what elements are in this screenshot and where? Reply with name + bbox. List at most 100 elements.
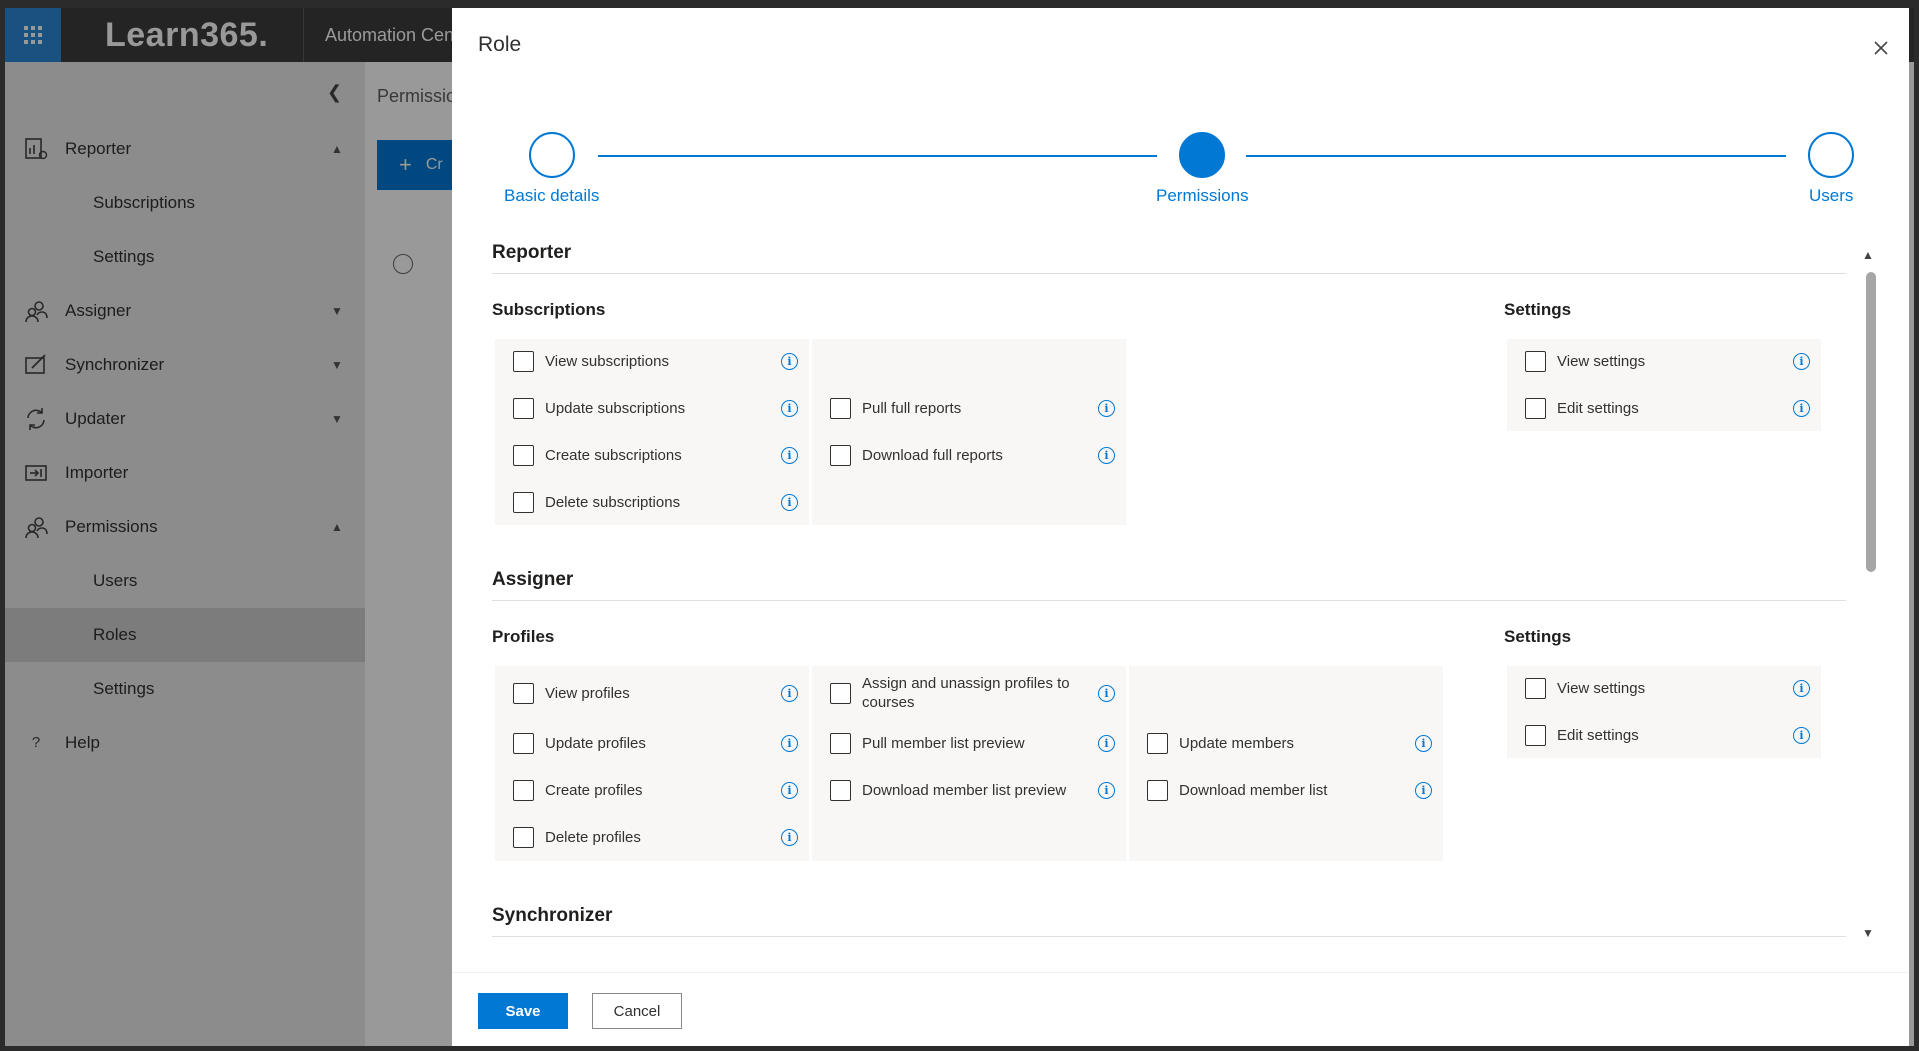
permission-label: Delete subscriptions — [545, 493, 681, 511]
info-icon[interactable]: i — [781, 399, 798, 417]
permission-delete-subscriptions: Delete subscriptions i — [495, 480, 809, 524]
step-label-users[interactable]: Users — [1809, 186, 1853, 206]
checkbox[interactable] — [1525, 677, 1546, 699]
scrollbar-thumb[interactable] — [1866, 272, 1876, 572]
permission-column-bg — [812, 339, 1126, 525]
permission-download-member-list-preview: Download member list preview i — [812, 768, 1126, 812]
info-icon[interactable]: i — [781, 734, 798, 752]
scroll-up-icon[interactable]: ▲ — [1862, 248, 1874, 262]
info-icon[interactable]: i — [1098, 399, 1115, 417]
checkbox[interactable] — [830, 779, 851, 801]
info-icon[interactable]: i — [781, 352, 798, 370]
info-icon[interactable]: i — [1098, 734, 1115, 752]
step-connector — [598, 155, 1157, 157]
permission-label: Update profiles — [545, 734, 646, 752]
permission-label: Edit settings — [1557, 726, 1639, 744]
section-divider — [492, 273, 1846, 274]
permission-label: Pull full reports — [862, 399, 962, 417]
close-icon[interactable] — [1869, 36, 1893, 60]
info-icon[interactable]: i — [781, 493, 798, 511]
step-label-basic-details[interactable]: Basic details — [504, 186, 599, 206]
permission-label: View profiles — [545, 684, 630, 702]
permission-pull-full-reports: Pull full reports i — [812, 386, 1126, 430]
role-panel: Role Basic details Permissions Users Rep… — [452, 8, 1909, 1046]
info-icon[interactable]: i — [1793, 399, 1810, 417]
section-title-synchronizer: Synchronizer — [492, 905, 613, 926]
checkbox[interactable] — [1525, 724, 1546, 746]
permission-reporter-view-settings: View settings i — [1507, 339, 1821, 383]
section-divider — [492, 600, 1846, 601]
checkbox[interactable] — [1525, 350, 1546, 372]
checkbox[interactable] — [1525, 397, 1546, 419]
group-title-subscriptions: Subscriptions — [492, 300, 606, 319]
info-icon[interactable]: i — [781, 684, 798, 702]
checkbox[interactable] — [513, 826, 534, 848]
info-icon[interactable]: i — [1793, 679, 1810, 697]
permissions-scroll-area[interactable]: Reporter Subscriptions Settings View sub… — [492, 235, 1882, 947]
checkbox[interactable] — [830, 397, 851, 419]
group-title-profiles: Profiles — [492, 627, 555, 646]
info-icon[interactable]: i — [1793, 726, 1810, 744]
group-title-reporter-settings: Settings — [1504, 300, 1572, 319]
permission-label: Update members — [1179, 734, 1295, 752]
checkbox[interactable] — [1147, 732, 1168, 754]
checkbox[interactable] — [513, 491, 534, 513]
panel-title: Role — [478, 33, 522, 56]
permission-reporter-edit-settings: Edit settings i — [1507, 386, 1821, 430]
checkbox[interactable] — [513, 444, 534, 466]
info-icon[interactable]: i — [1415, 781, 1432, 799]
group-title-assigner-settings: Settings — [1504, 627, 1572, 646]
permission-download-full-reports: Download full reports i — [812, 433, 1126, 477]
checkbox[interactable] — [830, 732, 851, 754]
info-icon[interactable]: i — [1415, 734, 1432, 752]
checkbox[interactable] — [830, 444, 851, 466]
step-basic-details-circle[interactable] — [529, 132, 575, 178]
section-title-reporter: Reporter — [492, 242, 572, 263]
section-title-assigner: Assigner — [492, 569, 574, 590]
permission-label: Edit settings — [1557, 399, 1639, 417]
permission-label: View settings — [1557, 679, 1646, 697]
permission-label: Create subscriptions — [545, 446, 682, 464]
info-icon[interactable]: i — [1098, 684, 1115, 702]
step-permissions-circle[interactable] — [1179, 132, 1225, 178]
permission-label: View subscriptions — [545, 352, 669, 370]
permission-label: Pull member list preview — [862, 734, 1025, 752]
permission-label: Update subscriptions — [545, 399, 686, 417]
checkbox[interactable] — [830, 682, 851, 704]
section-divider — [492, 936, 1846, 937]
permission-view-subscriptions: View subscriptions i — [495, 339, 809, 383]
step-label-permissions[interactable]: Permissions — [1156, 186, 1249, 206]
permission-assign-unassign-profiles: Assign and unassign profiles to courses … — [812, 671, 1126, 715]
permission-label: Create profiles — [545, 781, 643, 799]
permission-view-profiles: View profiles i — [495, 671, 809, 715]
info-icon[interactable]: i — [781, 781, 798, 799]
permission-label: Download full reports — [862, 446, 1003, 464]
permission-label: Delete profiles — [545, 828, 641, 846]
info-icon[interactable]: i — [781, 828, 798, 846]
checkbox[interactable] — [1147, 779, 1168, 801]
permission-update-profiles: Update profiles i — [495, 721, 809, 765]
permission-assigner-edit-settings: Edit settings i — [1507, 713, 1821, 757]
info-icon[interactable]: i — [1098, 781, 1115, 799]
permission-create-subscriptions: Create subscriptions i — [495, 433, 809, 477]
permission-label: Download member list preview — [862, 781, 1067, 799]
checkbox[interactable] — [513, 779, 534, 801]
step-users-circle[interactable] — [1808, 132, 1854, 178]
footer-divider — [452, 972, 1909, 973]
info-icon[interactable]: i — [1793, 352, 1810, 370]
info-icon[interactable]: i — [781, 446, 798, 464]
permission-assigner-view-settings: View settings i — [1507, 666, 1821, 710]
save-button[interactable]: Save — [478, 993, 568, 1029]
checkbox[interactable] — [513, 397, 534, 419]
permission-update-subscriptions: Update subscriptions i — [495, 386, 809, 430]
permission-pull-member-list-preview: Pull member list preview i — [812, 721, 1126, 765]
permission-label: View settings — [1557, 352, 1646, 370]
scroll-down-icon[interactable]: ▼ — [1862, 926, 1874, 940]
checkbox[interactable] — [513, 682, 534, 704]
permission-create-profiles: Create profiles i — [495, 768, 809, 812]
info-icon[interactable]: i — [1098, 446, 1115, 464]
checkbox[interactable] — [513, 732, 534, 754]
cancel-button[interactable]: Cancel — [592, 993, 682, 1029]
permission-update-members: Update members i — [1129, 721, 1443, 765]
checkbox[interactable] — [513, 350, 534, 372]
